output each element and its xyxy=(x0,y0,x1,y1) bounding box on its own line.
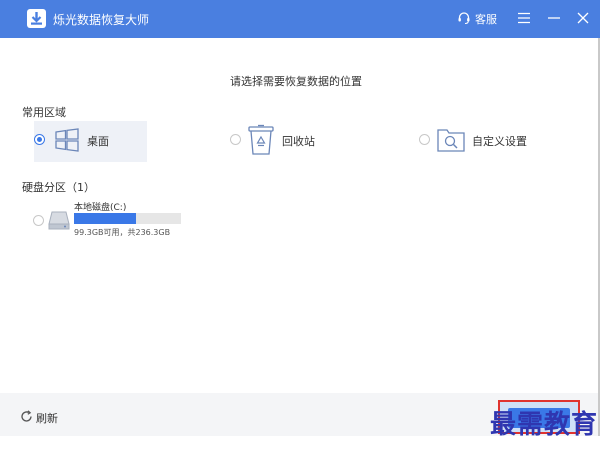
recycle-bin-label: 回收站 xyxy=(282,135,315,148)
page-title: 请选择需要恢复数据的位置 xyxy=(230,75,362,88)
common-area-label: 常用区域 xyxy=(22,106,66,119)
drive-c-radio[interactable] xyxy=(33,215,44,226)
minimize-button[interactable] xyxy=(545,9,563,27)
headset-icon xyxy=(457,11,471,28)
app-logo-icon xyxy=(27,9,46,28)
watermark-text: 最需教育 xyxy=(490,410,599,440)
partition-section-label: 硬盘分区（1） xyxy=(22,181,95,194)
close-icon xyxy=(577,12,589,24)
drive-c-name: 本地磁盘(C:) xyxy=(74,203,127,213)
recycle-bin-radio[interactable] xyxy=(230,134,241,145)
desktop-label: 桌面 xyxy=(87,135,109,148)
app-window: 烁光数据恢复大师 客服 请选择需要恢复数据的位置 常用区域 桌面 回收站 自定义… xyxy=(0,0,600,436)
windows-icon xyxy=(55,128,79,156)
hard-drive-icon xyxy=(48,209,70,235)
desktop-radio[interactable] xyxy=(34,134,45,145)
custom-radio[interactable] xyxy=(419,134,430,145)
support-button[interactable]: 客服 xyxy=(457,10,497,28)
refresh-button[interactable]: 刷新 xyxy=(20,410,58,426)
folder-search-icon xyxy=(437,126,465,156)
close-button[interactable] xyxy=(574,9,592,27)
support-label: 客服 xyxy=(475,13,497,26)
drive-c-info: 99.3GB可用，共236.3GB xyxy=(74,228,171,237)
drive-c-usage-fill xyxy=(74,213,137,224)
app-title: 烁光数据恢复大师 xyxy=(53,13,150,27)
custom-label: 自定义设置 xyxy=(472,135,527,148)
refresh-icon xyxy=(20,410,33,426)
refresh-label: 刷新 xyxy=(36,412,58,425)
drive-c-usage-bar xyxy=(74,213,181,224)
menu-button[interactable] xyxy=(515,9,533,27)
hamburger-icon xyxy=(518,12,530,24)
recycle-bin-icon xyxy=(248,124,274,160)
title-bar: 烁光数据恢复大师 客服 xyxy=(0,0,600,38)
minimize-icon xyxy=(548,17,560,19)
